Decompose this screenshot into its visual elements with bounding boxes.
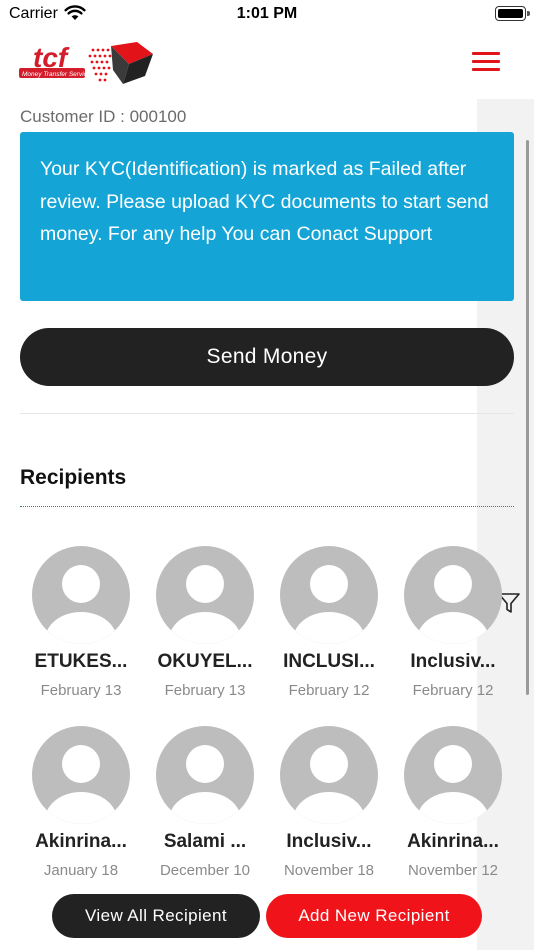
scrollbar-thumb[interactable] [526,140,529,695]
divider [20,413,514,414]
recipient-card[interactable]: INCLUSI... February 12 [267,546,391,699]
avatar-placeholder-icon [156,546,254,644]
recipient-date: February 13 [40,682,122,699]
kyc-message: Your KYC(Identification) is marked as Fa… [40,158,489,245]
status-bar: Carrier 1:01 PM [0,0,534,28]
recipient-name: Salami ... [163,831,247,852]
avatar-placeholder-icon [280,546,378,644]
recipient-date: February 13 [164,682,246,699]
send-money-button[interactable]: Send Money [20,328,514,386]
add-new-recipient-button[interactable]: Add New Recipient [266,894,482,938]
recipient-date: November 18 [283,862,375,879]
kyc-status-banner: Your KYC(Identification) is marked as Fa… [20,132,514,301]
recipient-card[interactable]: Inclusiv... February 12 [391,546,515,699]
avatar-placeholder-icon [32,726,130,824]
recipient-card[interactable]: OKUYEL... February 13 [143,546,267,699]
recipient-card[interactable]: Akinrina... November 12 [391,726,515,879]
recipient-card[interactable]: ETUKES... February 13 [19,546,143,699]
view-all-recipients-button[interactable]: View All Recipient [52,894,260,938]
recipient-name: Inclusiv... [286,831,372,852]
recipient-date: January 18 [43,862,119,879]
recipient-name: ETUKES... [34,651,128,672]
recipient-name: INCLUSI... [283,651,375,672]
avatar-placeholder-icon [404,726,502,824]
avatar-placeholder-icon [156,726,254,824]
recipient-date: December 10 [159,862,251,879]
recipient-card[interactable]: Salami ... December 10 [143,726,267,879]
clock: 1:01 PM [236,5,298,22]
recipient-name: Akinrina... [35,831,127,852]
customer-id: Customer ID : 000100 [20,107,187,126]
view-all-label: View All Recipient [84,906,227,925]
tcf-logo: tcf Money Transfer Service [19,42,153,84]
menu-icon[interactable] [470,49,502,73]
battery-icon [495,6,530,21]
recipient-name: Inclusiv... [410,651,496,672]
recipient-name: OKUYEL... [157,651,253,672]
recipient-card[interactable]: Akinrina... January 18 [19,726,143,879]
avatar-placeholder-icon [404,546,502,644]
recipient-date: February 12 [412,682,494,699]
add-new-label: Add New Recipient [298,906,450,925]
recipients-title: Recipients [20,466,127,489]
avatar-placeholder-icon [280,726,378,824]
send-money-label: Send Money [206,345,328,368]
logo-subtext: Money Transfer Service [22,71,91,78]
recipients-divider [20,506,514,507]
recipient-card[interactable]: Inclusiv... November 18 [267,726,391,879]
avatar-placeholder-icon [32,546,130,644]
recipient-date: November 12 [407,862,499,879]
recipient-date: February 12 [288,682,370,699]
recipient-name: Akinrina... [407,831,499,852]
